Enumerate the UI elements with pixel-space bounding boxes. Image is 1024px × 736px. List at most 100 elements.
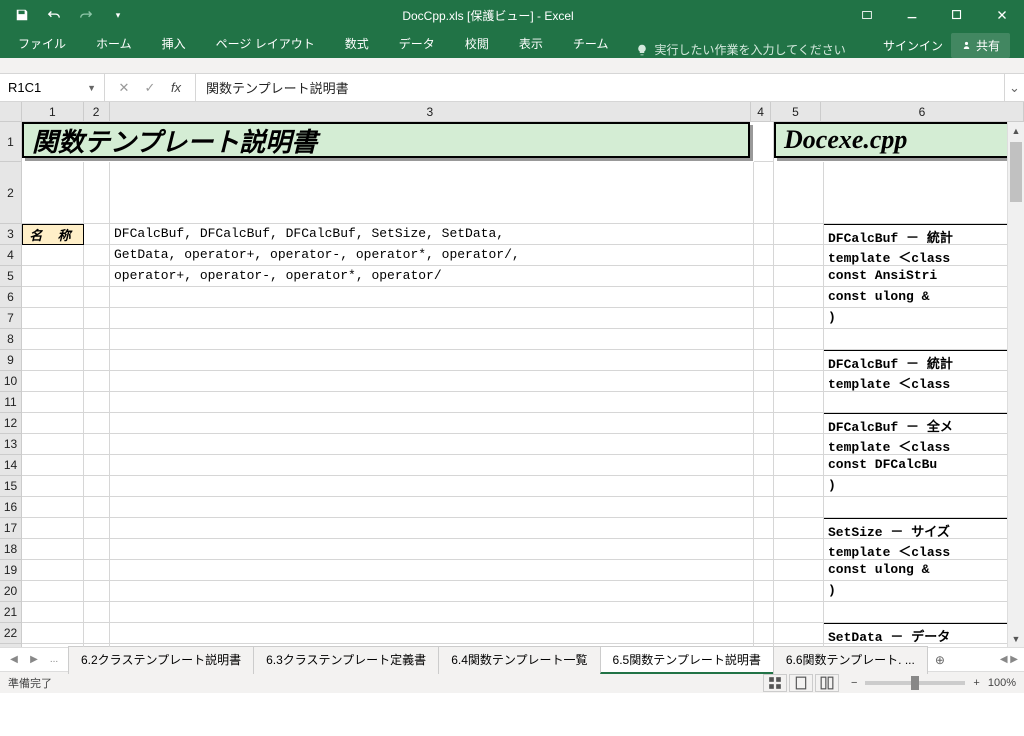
- cell[interactable]: [754, 287, 774, 308]
- cell-r5c6[interactable]: const AnsiStri: [824, 266, 1020, 287]
- signin-link[interactable]: サインイン: [883, 37, 943, 54]
- cell[interactable]: [754, 329, 774, 350]
- qat-customize-button[interactable]: ▾: [104, 3, 132, 27]
- cell[interactable]: [22, 413, 84, 434]
- row-header[interactable]: 2: [0, 162, 22, 224]
- cell[interactable]: [84, 455, 110, 476]
- cell[interactable]: [110, 476, 754, 497]
- cell[interactable]: [824, 602, 1020, 623]
- col-header-1[interactable]: 1: [22, 102, 84, 122]
- cell[interactable]: [84, 350, 110, 371]
- cell[interactable]: [22, 602, 84, 623]
- cell[interactable]: [22, 371, 84, 392]
- name-label-cell[interactable]: 名 称: [22, 224, 84, 245]
- cell-r9c6[interactable]: DFCalcBuf － 統計: [824, 350, 1020, 371]
- cell[interactable]: [22, 518, 84, 539]
- cell-r3c3[interactable]: DFCalcBuf, DFCalcBuf, DFCalcBuf, SetSize…: [110, 224, 754, 245]
- cell[interactable]: [22, 539, 84, 560]
- col-header-3[interactable]: 3: [110, 102, 751, 122]
- cell[interactable]: [84, 308, 110, 329]
- cell[interactable]: [754, 497, 774, 518]
- cell[interactable]: [110, 413, 754, 434]
- cells-area[interactable]: 関数テンプレート説明書 Docexe.cpp 名 称 DFCalcBuf, DF…: [22, 122, 1024, 647]
- row-header[interactable]: 16: [0, 497, 22, 518]
- sheet-tab[interactable]: 6.6関数テンプレート. ...: [773, 646, 928, 674]
- cell[interactable]: [110, 455, 754, 476]
- row-header[interactable]: 13: [0, 434, 22, 455]
- cell[interactable]: [22, 245, 84, 266]
- cell[interactable]: [84, 623, 110, 644]
- cell[interactable]: [824, 392, 1020, 413]
- sheet-nav-ellipsis[interactable]: ...: [46, 654, 62, 665]
- cell[interactable]: [754, 308, 774, 329]
- cell[interactable]: [84, 644, 110, 647]
- cell[interactable]: [110, 308, 754, 329]
- cell[interactable]: [22, 623, 84, 644]
- row-header[interactable]: 17: [0, 518, 22, 539]
- col-header-2[interactable]: 2: [84, 102, 110, 122]
- expand-formula-bar-button[interactable]: ⌄: [1004, 74, 1024, 101]
- scroll-down-button[interactable]: ▼: [1008, 630, 1024, 647]
- cell-r22c6[interactable]: SetData － データ: [824, 623, 1020, 644]
- row-header[interactable]: 22: [0, 623, 22, 644]
- tab-home[interactable]: ホーム: [82, 29, 146, 58]
- cell[interactable]: [84, 476, 110, 497]
- tab-view[interactable]: 表示: [505, 29, 557, 58]
- cell[interactable]: [754, 162, 774, 224]
- view-page-break-button[interactable]: [815, 674, 839, 692]
- tab-page-layout[interactable]: ページ レイアウト: [202, 29, 329, 58]
- cell[interactable]: [754, 245, 774, 266]
- cell[interactable]: [84, 539, 110, 560]
- zoom-out-button[interactable]: −: [851, 677, 857, 689]
- cell[interactable]: [22, 644, 84, 647]
- cell[interactable]: [22, 497, 84, 518]
- cell[interactable]: [110, 623, 754, 644]
- cell[interactable]: [774, 308, 824, 329]
- sheet-nav-next[interactable]: ▶: [26, 654, 42, 665]
- cell[interactable]: [84, 602, 110, 623]
- select-all-corner[interactable]: [0, 102, 22, 122]
- cell[interactable]: [754, 455, 774, 476]
- cell-r5c3[interactable]: operator+, operator-, operator*, operato…: [110, 266, 754, 287]
- tab-review[interactable]: 校閲: [451, 29, 503, 58]
- cell[interactable]: [84, 266, 110, 287]
- cell-r13c6[interactable]: template ＜class: [824, 434, 1020, 455]
- cell[interactable]: [110, 392, 754, 413]
- cell[interactable]: [774, 350, 824, 371]
- tab-data[interactable]: データ: [385, 29, 449, 58]
- cell[interactable]: [774, 602, 824, 623]
- cell[interactable]: [22, 560, 84, 581]
- insert-function-button[interactable]: fx: [163, 74, 189, 101]
- cell[interactable]: [110, 162, 754, 224]
- accept-formula-button[interactable]: ✓: [137, 74, 163, 101]
- sheet-nav-prev[interactable]: ◀: [6, 654, 22, 665]
- cell-r7c6[interactable]: ): [824, 308, 1020, 329]
- zoom-level[interactable]: 100%: [988, 677, 1016, 689]
- row-header[interactable]: 18: [0, 539, 22, 560]
- cell[interactable]: [110, 329, 754, 350]
- scroll-thumb[interactable]: [1010, 142, 1022, 202]
- cell[interactable]: [110, 497, 754, 518]
- cell[interactable]: [774, 539, 824, 560]
- cell[interactable]: [84, 162, 110, 224]
- title-cell-left[interactable]: 関数テンプレート説明書: [22, 122, 750, 158]
- cell[interactable]: [774, 497, 824, 518]
- cell[interactable]: [22, 476, 84, 497]
- name-box-dropdown-icon[interactable]: ▼: [87, 83, 96, 93]
- zoom-slider-thumb[interactable]: [911, 676, 919, 690]
- cell[interactable]: [110, 539, 754, 560]
- cell-r18c6[interactable]: template ＜class: [824, 539, 1020, 560]
- cell[interactable]: [824, 162, 1020, 224]
- cell[interactable]: [22, 455, 84, 476]
- cell[interactable]: [754, 518, 774, 539]
- cell[interactable]: [754, 539, 774, 560]
- col-header-6[interactable]: 6: [821, 102, 1024, 122]
- cell[interactable]: [84, 287, 110, 308]
- row-header[interactable]: 9: [0, 350, 22, 371]
- maximize-button[interactable]: [934, 0, 979, 30]
- cell-r4c6[interactable]: template ＜class: [824, 245, 1020, 266]
- cell[interactable]: [754, 434, 774, 455]
- cell[interactable]: [110, 287, 754, 308]
- row-header[interactable]: 10: [0, 371, 22, 392]
- row-header[interactable]: 12: [0, 413, 22, 434]
